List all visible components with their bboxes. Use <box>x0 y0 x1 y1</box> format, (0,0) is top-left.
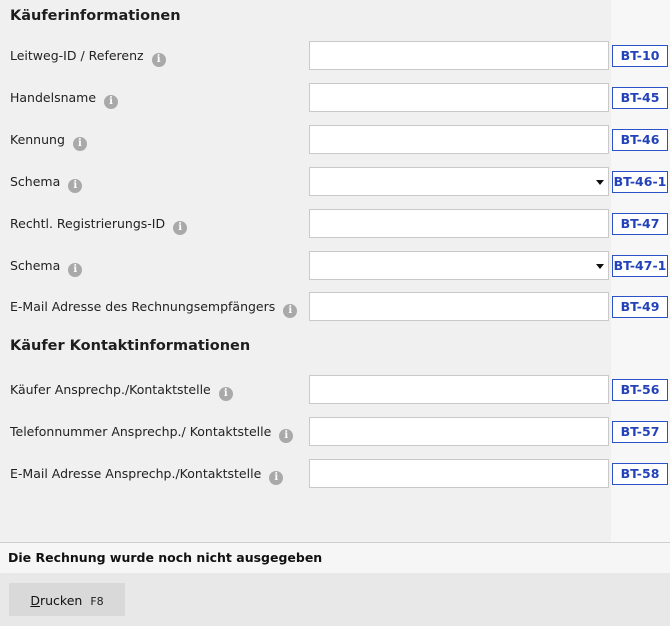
ansprechpartner-input[interactable] <box>309 375 609 404</box>
email-empfaenger-input[interactable] <box>309 292 609 321</box>
info-icon[interactable]: i <box>104 95 119 109</box>
schema-registrierung-select[interactable] <box>309 251 609 280</box>
bt-code-badge: BT-10 <box>612 45 668 67</box>
info-icon[interactable]: i <box>72 137 87 151</box>
field-row-schema-registrierung: Schema i BT-47-1 <box>0 250 670 282</box>
field-label: Kennung i <box>10 124 87 156</box>
bt-code-badge: BT-56 <box>612 379 668 401</box>
bt-code-badge: BT-58 <box>612 463 668 485</box>
leitweg-id-input[interactable] <box>309 41 609 70</box>
field-label-text: Telefonnummer Ansprechp./ Kontaktstelle <box>10 424 272 439</box>
section-title-buyer: Käuferinformationen <box>10 8 181 24</box>
field-label-text: E-Mail Adresse des Rechnungsempfängers <box>10 299 276 314</box>
field-row-schema-kennung: Schema i BT-46-1 <box>0 166 670 198</box>
invoice-status-text: Die Rechnung wurde noch nicht ausgegeben <box>8 550 323 565</box>
info-icon[interactable]: i <box>151 53 166 67</box>
dropdown-caret-icon[interactable] <box>596 264 604 269</box>
field-label: Schema i <box>10 166 83 198</box>
field-row-leitweg-id: Leitweg-ID / Referenz i BT-10 <box>0 40 670 72</box>
field-row-ansprechpartner: Käufer Ansprechp./Kontaktstelle i BT-56 <box>0 374 670 406</box>
registrierungs-id-input[interactable] <box>309 209 609 238</box>
handelsname-input[interactable] <box>309 83 609 112</box>
bt-code-badge: BT-47 <box>612 213 668 235</box>
info-icon[interactable]: i <box>269 471 284 485</box>
field-row-registrierungs-id: Rechtl. Registrierungs-ID i BT-47 <box>0 208 670 240</box>
bt-code-badge: BT-46-1 <box>612 171 668 193</box>
field-row-kennung: Kennung i BT-46 <box>0 124 670 156</box>
field-label: Käufer Ansprechp./Kontaktstelle i <box>10 374 233 406</box>
print-button[interactable]: Drucken F8 <box>9 583 125 616</box>
schema-kennung-select[interactable] <box>309 167 609 196</box>
info-icon[interactable]: i <box>68 263 83 277</box>
field-row-email-empfaenger: E-Mail Adresse des Rechnungsempfängers i … <box>0 291 670 323</box>
print-button-mnemonic: D <box>30 593 40 608</box>
field-label: Handelsname i <box>10 82 119 114</box>
field-label-text: Kennung <box>10 132 65 147</box>
bt-code-badge: BT-45 <box>612 87 668 109</box>
bt-code-badge: BT-49 <box>612 296 668 318</box>
field-label: Schema i <box>10 250 83 282</box>
field-row-email-kontakt: E-Mail Adresse Ansprechp./Kontaktstelle i… <box>0 458 670 490</box>
field-row-telefonnummer: Telefonnummer Ansprechp./ Kontaktstelle i… <box>0 416 670 448</box>
bt-code-badge: BT-47-1 <box>612 255 668 277</box>
field-label-text: Schema <box>10 258 61 273</box>
field-label: E-Mail Adresse Ansprechp./Kontaktstelle i <box>10 458 284 490</box>
field-label-text: Schema <box>10 174 61 189</box>
print-shortcut-hint: F8 <box>90 595 104 608</box>
field-label-text: E-Mail Adresse Ansprechp./Kontaktstelle <box>10 466 262 481</box>
info-icon[interactable]: i <box>283 304 298 318</box>
info-icon[interactable]: i <box>68 179 83 193</box>
field-row-handelsname: Handelsname i BT-45 <box>0 82 670 114</box>
field-label: E-Mail Adresse des Rechnungsempfängers i <box>10 291 298 323</box>
section-title-contact: Käufer Kontaktinformationen <box>10 338 251 354</box>
field-label: Rechtl. Registrierungs-ID i <box>10 208 188 240</box>
bt-code-badge: BT-46 <box>612 129 668 151</box>
info-icon[interactable]: i <box>218 387 233 401</box>
telefonnummer-input[interactable] <box>309 417 609 446</box>
action-bar: Drucken F8 <box>0 573 670 626</box>
field-label-text: Rechtl. Registrierungs-ID <box>10 216 166 231</box>
print-button-label: rucken <box>39 593 83 608</box>
field-label-text: Handelsname <box>10 90 97 105</box>
bt-code-badge: BT-57 <box>612 421 668 443</box>
email-kontakt-input[interactable] <box>309 459 609 488</box>
info-icon[interactable]: i <box>279 429 294 443</box>
field-label-text: Käufer Ansprechp./Kontaktstelle <box>10 382 211 397</box>
status-bar: Die Rechnung wurde noch nicht ausgegeben <box>0 542 670 573</box>
info-icon[interactable]: i <box>173 221 188 235</box>
kennung-input[interactable] <box>309 125 609 154</box>
field-label-text: Leitweg-ID / Referenz <box>10 48 144 63</box>
field-label: Leitweg-ID / Referenz i <box>10 40 166 72</box>
field-label: Telefonnummer Ansprechp./ Kontaktstelle i <box>10 416 294 448</box>
dropdown-caret-icon[interactable] <box>596 180 604 185</box>
